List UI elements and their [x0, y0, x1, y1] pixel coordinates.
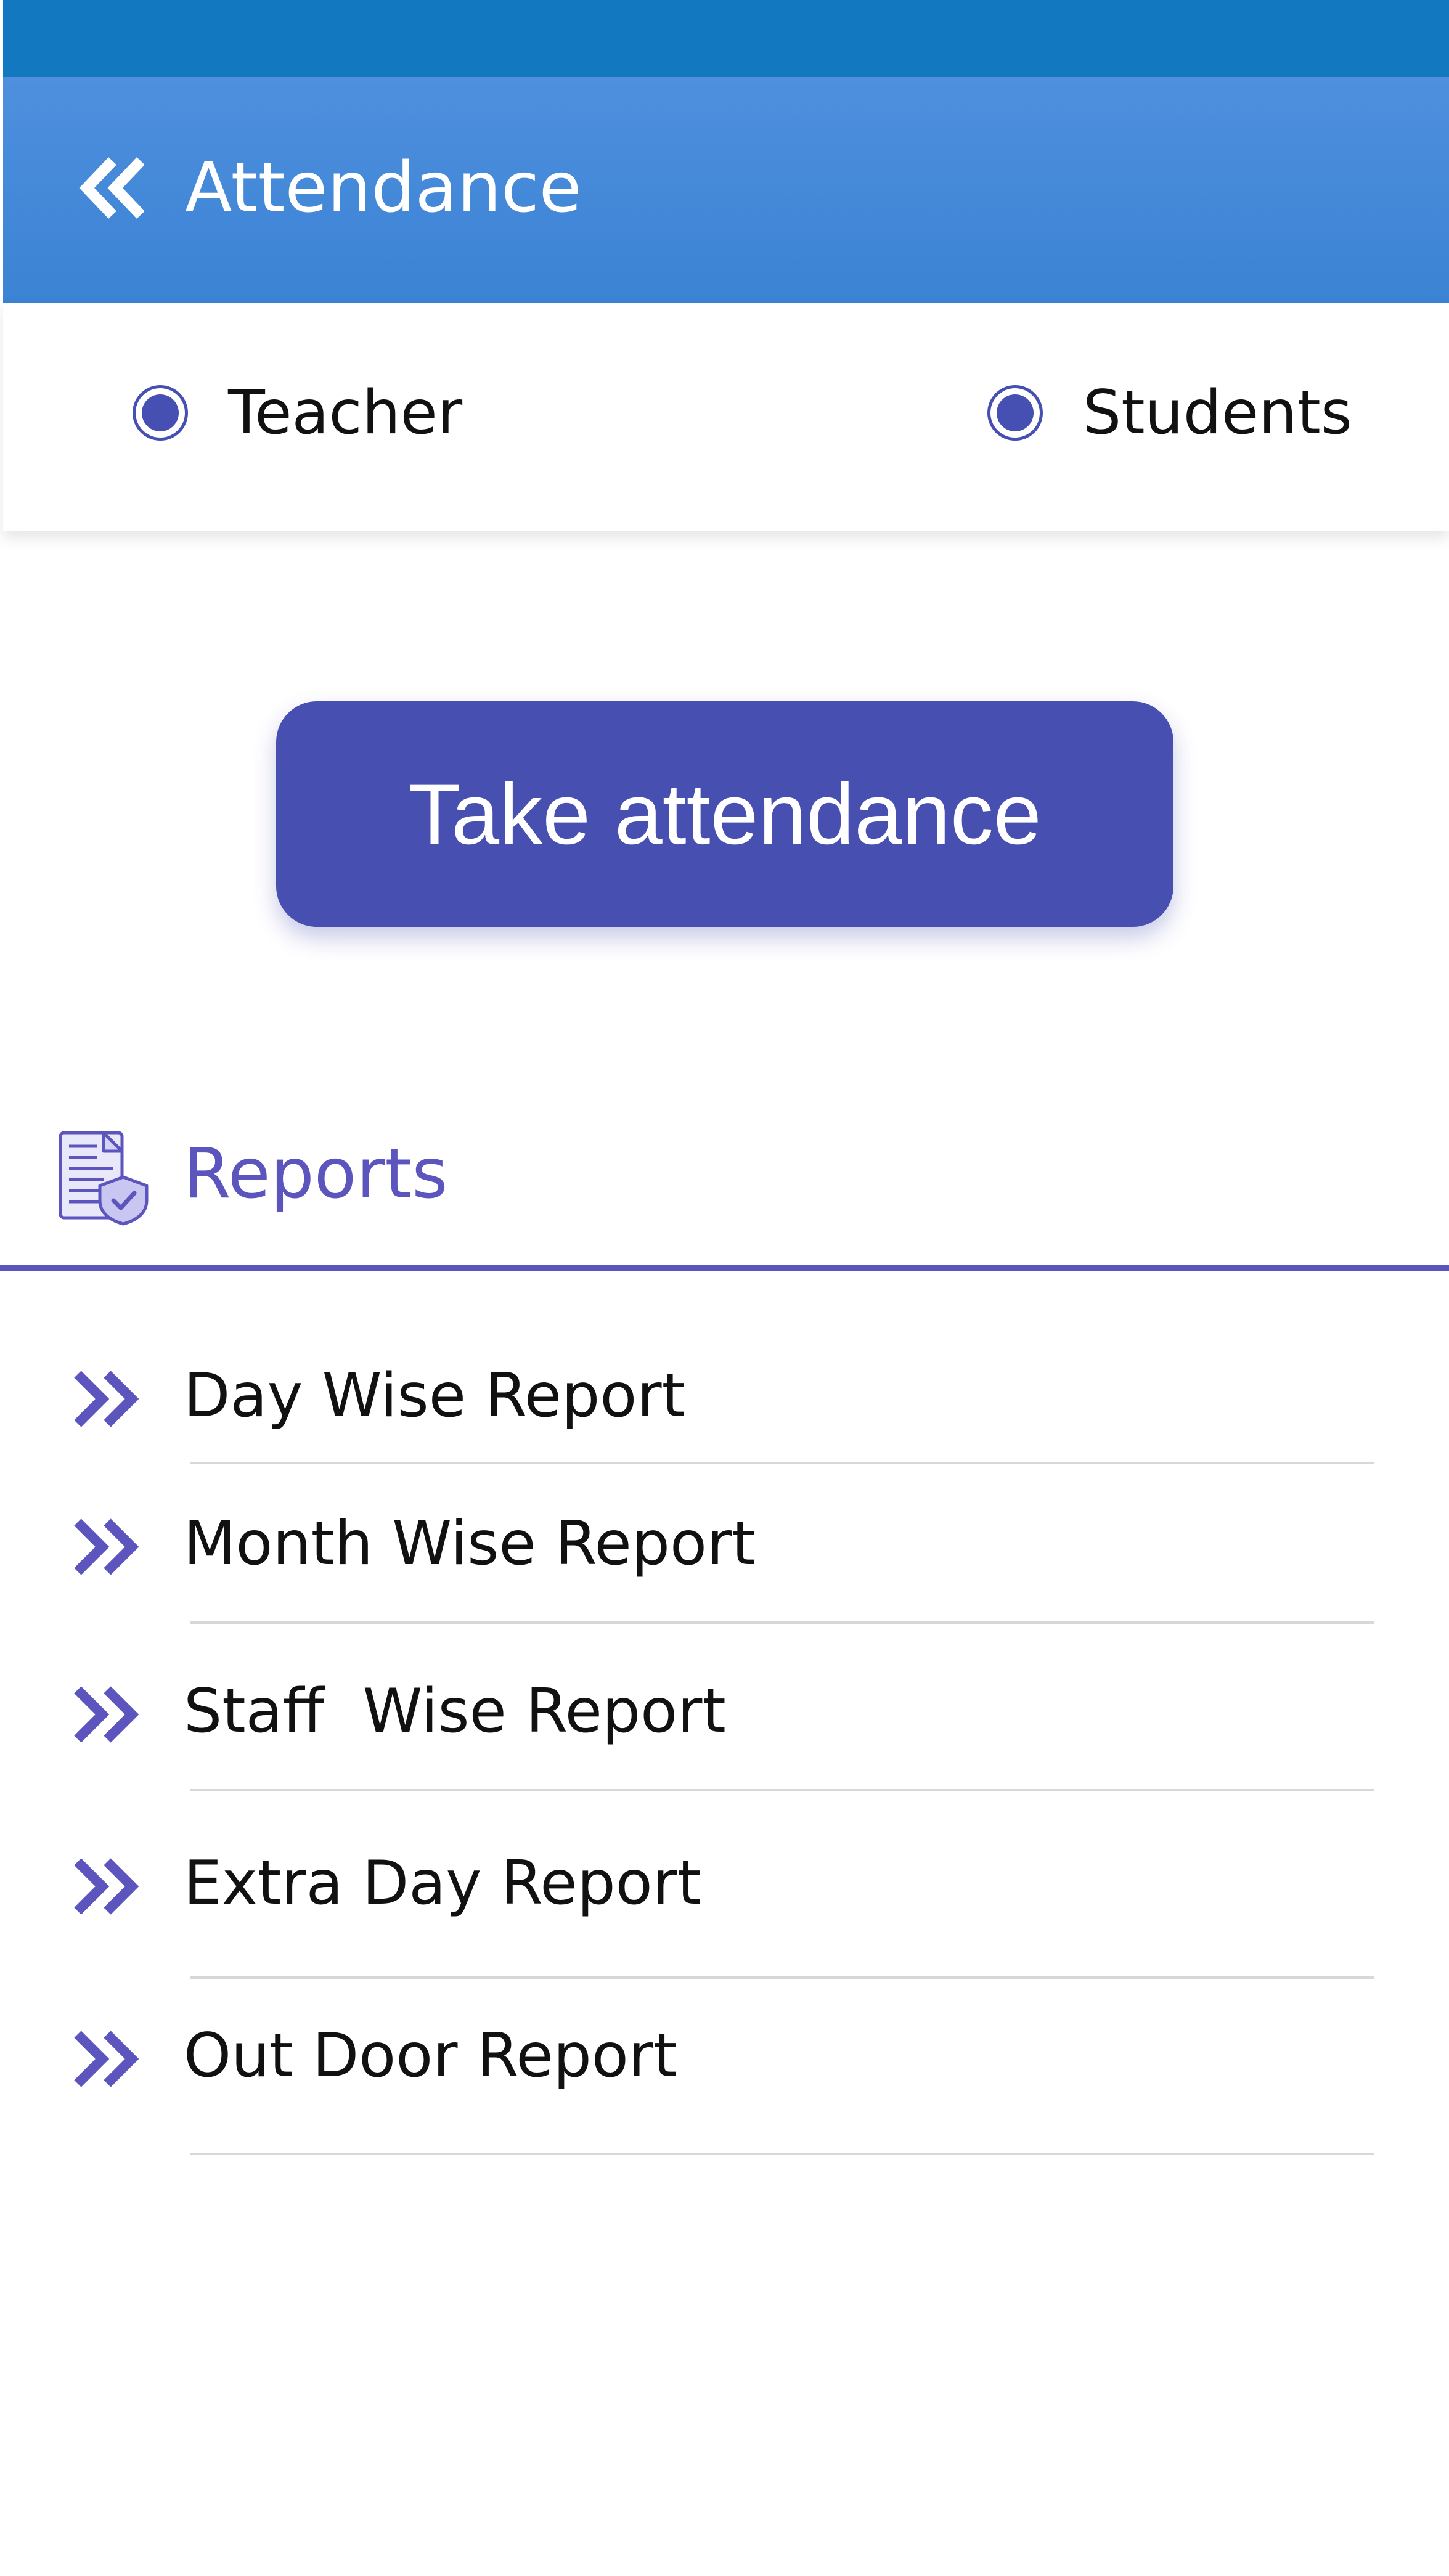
double-chevron-right-icon [73, 1516, 144, 1578]
report-item-extra-day[interactable]: Extra Day Report [0, 1840, 1449, 1926]
row-divider [190, 1976, 1374, 1979]
back-button[interactable] [74, 154, 151, 222]
double-chevron-right-icon [73, 1684, 144, 1745]
report-item-out-door[interactable]: Out Door Report [0, 2013, 1449, 2099]
students-radio-label: Students [1083, 378, 1352, 448]
double-chevron-right-icon [73, 2028, 144, 2090]
report-item-label: Day Wise Report [184, 1361, 686, 1431]
double-chevron-left-icon [79, 157, 145, 219]
students-radio-button[interactable] [987, 385, 1043, 441]
row-divider [190, 1462, 1374, 1464]
take-attendance-button[interactable]: Take attendance [276, 701, 1173, 927]
radio-selected-dot [997, 394, 1034, 431]
report-item-staff-wise[interactable]: Staff Wise Report [0, 1668, 1449, 1755]
report-item-label: Extra Day Report [184, 1848, 701, 1918]
students-radio-option[interactable]: Students [987, 370, 1352, 456]
status-bar [3, 0, 1449, 77]
page-title: Attendance [185, 148, 582, 228]
report-item-label: Month Wise Report [184, 1509, 756, 1579]
double-chevron-right-icon [73, 1368, 144, 1430]
reports-title: Reports [183, 1134, 448, 1214]
secure-document-icon [54, 1128, 153, 1226]
teacher-radio-button[interactable] [133, 385, 188, 441]
report-item-day-wise[interactable]: Day Wise Report [0, 1353, 1449, 1439]
report-item-month-wise[interactable]: Month Wise Report [0, 1501, 1449, 1587]
radio-selected-dot [142, 394, 179, 431]
row-divider [190, 1621, 1374, 1624]
row-divider [190, 2153, 1374, 2155]
teacher-radio-label: Teacher [228, 378, 463, 448]
teacher-radio-option[interactable]: Teacher [133, 370, 462, 456]
row-divider [190, 1789, 1374, 1791]
report-item-label: Out Door Report [184, 2021, 677, 2091]
reports-divider [0, 1265, 1449, 1271]
double-chevron-right-icon [73, 1856, 144, 1917]
report-item-label: Staff Wise Report [184, 1676, 726, 1747]
